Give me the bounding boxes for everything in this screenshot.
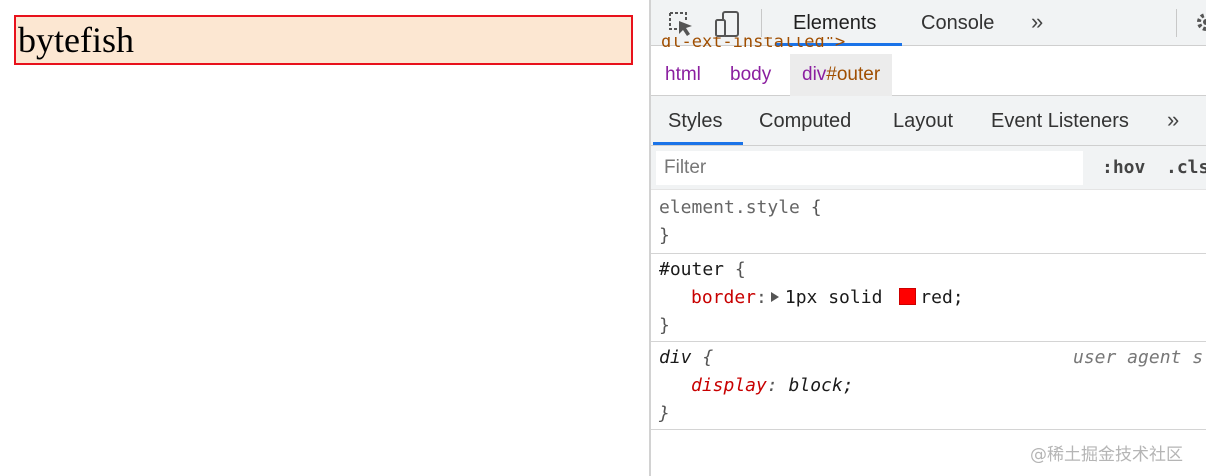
breadcrumb-div-outer[interactable]: div#outer — [790, 54, 893, 96]
rule-open-brace: { — [702, 347, 714, 368]
rule-outer: #outer { border: 1px solid red; } — [651, 254, 1206, 342]
class-toggle[interactable]: .cls — [1166, 146, 1206, 190]
device-toolbar-icon[interactable] — [713, 9, 743, 39]
hover-state-toggle[interactable]: :hov — [1102, 146, 1145, 190]
toolbar-separator — [761, 9, 762, 37]
rule-header: #outer { — [659, 256, 1206, 284]
tab-styles[interactable]: Styles — [668, 96, 722, 146]
css-property-name[interactable]: border — [691, 287, 756, 308]
rule-header: div { user agent s — [659, 344, 1206, 372]
css-declaration: display: block; — [691, 375, 854, 396]
tab-console[interactable]: Console — [921, 0, 994, 46]
outer-div[interactable]: bytefish — [14, 15, 633, 65]
sidebar-pane-tabs: Styles Computed Layout Event Listeners » — [651, 96, 1206, 146]
rule-footer: } — [659, 312, 1206, 340]
css-property-value[interactable]: 1px solid — [785, 287, 883, 308]
rule-selector[interactable]: element.style — [659, 197, 800, 218]
breadcrumb: html body div#outer — [651, 54, 1206, 96]
rule-footer: } — [659, 400, 1206, 428]
breadcrumb-body[interactable]: body — [728, 54, 773, 96]
rule-source-label: user agent s — [1073, 347, 1204, 368]
css-declaration[interactable]: border: 1px solid red; — [659, 284, 1206, 312]
rule-user-agent-div: div { user agent s display: block; } — [651, 342, 1206, 430]
tab-layout[interactable]: Layout — [893, 96, 953, 146]
rule-selector[interactable]: #outer — [659, 259, 724, 280]
page-preview: bytefish — [0, 0, 649, 476]
rule-open-brace: { — [810, 197, 822, 218]
settings-gear-icon[interactable] — [1195, 11, 1206, 33]
rule-close-brace: } — [659, 225, 670, 246]
styles-filter-bar: :hov .cls — [651, 146, 1206, 190]
expand-triangle-icon[interactable] — [770, 292, 779, 302]
watermark: @稀土掘金技术社区 — [1030, 445, 1183, 465]
rule-selector[interactable]: div — [659, 347, 692, 368]
dom-tree-clipped-line[interactable]: dl-ext-installed"> — [661, 37, 845, 53]
inspect-element-icon[interactable] — [666, 9, 696, 39]
styles-filter-input[interactable] — [656, 151, 1083, 185]
rule-footer: } — [659, 222, 1206, 250]
css-property-name: display — [691, 375, 767, 396]
rule-element-style: element.style { } — [651, 192, 1206, 254]
rule-close-brace: } — [659, 403, 670, 424]
rule-close-brace: } — [659, 315, 670, 336]
tab-computed[interactable]: Computed — [759, 96, 851, 146]
breadcrumb-html[interactable]: html — [663, 54, 703, 96]
tab-event-listeners[interactable]: Event Listeners — [991, 96, 1129, 146]
active-subtab-indicator — [653, 142, 743, 145]
toolbar-separator — [1176, 9, 1177, 37]
css-color-value[interactable]: red; — [920, 287, 963, 308]
color-swatch[interactable] — [899, 288, 917, 305]
rule-open-brace: { — [734, 259, 746, 280]
more-tabs-button[interactable]: » — [1031, 0, 1043, 46]
rule-header: element.style { — [659, 194, 1206, 222]
css-property-value: block; — [788, 375, 854, 396]
more-panes-button[interactable]: » — [1167, 96, 1179, 146]
devtools-panel: Elements Console » dl-ext-installed"> ht… — [649, 0, 1206, 476]
breadcrumb-tag: div — [802, 64, 827, 85]
breadcrumb-id: #outer — [826, 64, 881, 85]
